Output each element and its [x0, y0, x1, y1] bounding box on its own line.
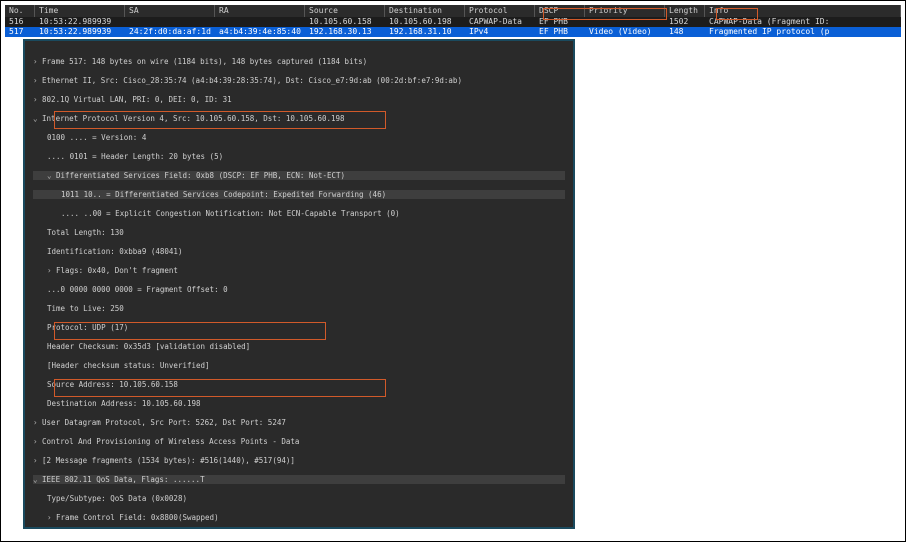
col-no[interactable]: No.: [5, 5, 35, 17]
tree-80211-qos[interactable]: IEEE 802.11 QoS Data, Flags: ......T: [33, 475, 565, 485]
tree-line[interactable]: Source Address: 10.105.60.158: [33, 380, 565, 390]
col-priority[interactable]: Priority: [585, 5, 665, 17]
packet-row[interactable]: 516 10:53:22.989939 10.105.60.158 10.105…: [5, 17, 901, 27]
col-sa[interactable]: SA: [125, 5, 215, 17]
tree-ecn[interactable]: .... ..00 = Explicit Congestion Notifica…: [33, 209, 565, 219]
cell-dscp: EF PHB: [535, 17, 585, 27]
tree-line[interactable]: Type/Subtype: QoS Data (0x0028): [33, 494, 565, 504]
packet-details-tree[interactable]: Frame 517: 148 bytes on wire (1184 bits)…: [25, 41, 573, 529]
cell-priority: [585, 17, 665, 27]
cell-protocol: CAPWAP-Data: [465, 17, 535, 27]
tree-line[interactable]: Destination Address: 10.105.60.198: [33, 399, 565, 409]
tree-line[interactable]: Header Checksum: 0x35d3 [validation disa…: [33, 342, 565, 352]
tree-fragments[interactable]: [2 Message fragments (1534 bytes): #516(…: [33, 456, 565, 466]
cell-dscp: EF PHB: [535, 27, 585, 37]
tree-line[interactable]: Total Length: 130: [33, 228, 565, 238]
cell-info: Fragmented IP protocol (p: [705, 27, 901, 37]
cell-protocol: IPv4: [465, 27, 535, 37]
cell-time: 10:53:22.989939: [35, 17, 125, 27]
tree-ethernet[interactable]: Ethernet II, Src: Cisco_28:35:74 (a4:b4:…: [33, 76, 565, 86]
col-length[interactable]: Length: [665, 5, 705, 17]
tree-dsfield[interactable]: Differentiated Services Field: 0xb8 (DSC…: [33, 171, 565, 181]
tree-line[interactable]: ...0 0000 0000 0000 = Fragment Offset: 0: [33, 285, 565, 295]
packet-details-panel: Frame 517: 148 bytes on wire (1184 bits)…: [23, 39, 575, 529]
tree-8021q[interactable]: 802.1Q Virtual LAN, PRI: 0, DEI: 0, ID: …: [33, 95, 565, 105]
tree-line[interactable]: [Header checksum status: Unverified]: [33, 361, 565, 371]
cell-ra: [215, 17, 305, 27]
cell-sa: 24:2f:d0:da:af:1d: [125, 27, 215, 37]
cell-length: 1502: [665, 17, 705, 27]
tree-line[interactable]: Time to Live: 250: [33, 304, 565, 314]
col-time[interactable]: Time: [35, 5, 125, 17]
tree-capwap[interactable]: Control And Provisioning of Wireless Acc…: [33, 437, 565, 447]
col-ra[interactable]: RA: [215, 5, 305, 17]
tree-fcf[interactable]: Frame Control Field: 0x8800(Swapped): [33, 513, 565, 523]
cell-priority: Video (Video): [585, 27, 665, 37]
cell-source: 10.105.60.158: [305, 17, 385, 27]
cell-no: 517: [5, 27, 35, 37]
tree-dscp-ef[interactable]: 1011 10.. = Differentiated Services Code…: [33, 190, 565, 200]
tree-line[interactable]: Protocol: UDP (17): [33, 323, 565, 333]
packet-list-panel: No. Time SA RA Source Destination Protoc…: [5, 5, 901, 35]
cell-ra: a4:b4:39:4e:85:40: [215, 27, 305, 37]
col-info[interactable]: Info: [705, 5, 901, 17]
tree-flags[interactable]: Flags: 0x40, Don't fragment: [33, 266, 565, 276]
col-destination[interactable]: Destination: [385, 5, 465, 17]
col-source[interactable]: Source: [305, 5, 385, 17]
cell-destination: 192.168.31.10: [385, 27, 465, 37]
packet-row-selected[interactable]: 517 10:53:22.989939 24:2f:d0:da:af:1d a4…: [5, 27, 901, 37]
tree-udp[interactable]: User Datagram Protocol, Src Port: 5262, …: [33, 418, 565, 428]
cell-source: 192.168.30.13: [305, 27, 385, 37]
cell-no: 516: [5, 17, 35, 27]
packet-rows: 516 10:53:22.989939 10.105.60.158 10.105…: [5, 17, 901, 37]
tree-line[interactable]: .... 0101 = Header Length: 20 bytes (5): [33, 152, 565, 162]
cell-length: 148: [665, 27, 705, 37]
col-protocol[interactable]: Protocol: [465, 5, 535, 17]
col-dscp[interactable]: DSCP: [535, 5, 585, 17]
cell-destination: 10.105.60.198: [385, 17, 465, 27]
tree-line[interactable]: Identification: 0xbba9 (48041): [33, 247, 565, 257]
tree-ipv4-outer[interactable]: Internet Protocol Version 4, Src: 10.105…: [33, 114, 565, 124]
cell-sa: [125, 17, 215, 27]
tree-line[interactable]: 0100 .... = Version: 4: [33, 133, 565, 143]
tree-frame[interactable]: Frame 517: 148 bytes on wire (1184 bits)…: [33, 57, 565, 67]
cell-info: CAPWAP-Data (Fragment ID:: [705, 17, 901, 27]
cell-time: 10:53:22.989939: [35, 27, 125, 37]
column-headers: No. Time SA RA Source Destination Protoc…: [5, 5, 901, 17]
